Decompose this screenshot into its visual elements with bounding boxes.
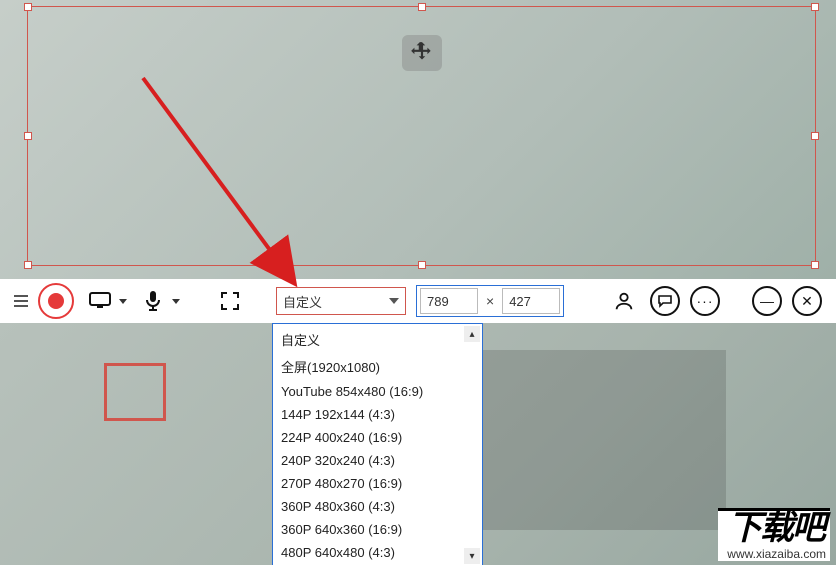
ellipsis-icon: ··· xyxy=(697,293,714,309)
preset-option[interactable]: 全屏(1920x1080) xyxy=(273,353,482,380)
chat-icon xyxy=(657,294,673,308)
scroll-up-button[interactable]: ▴ xyxy=(464,326,480,342)
minimize-icon: — xyxy=(760,293,774,309)
width-input[interactable] xyxy=(420,288,478,314)
preset-option[interactable]: 360P 480x360 (4:3) xyxy=(273,495,482,518)
decor-red-square xyxy=(104,363,166,421)
chevron-down-icon xyxy=(172,299,180,304)
fullscreen-button[interactable] xyxy=(214,287,246,315)
monitor-icon xyxy=(84,287,116,315)
height-input[interactable] xyxy=(502,288,560,314)
record-icon xyxy=(48,293,64,309)
preset-option[interactable]: 360P 640x360 (16:9) xyxy=(273,518,482,541)
chevron-up-icon: ▴ xyxy=(469,329,474,340)
watermark-url: www.xiazaiba.com xyxy=(718,547,830,561)
preset-option[interactable]: 240P 320x240 (4:3) xyxy=(273,449,482,472)
watermark-brand: 下载吧 xyxy=(718,508,830,547)
preset-option[interactable]: 224P 400x240 (16:9) xyxy=(273,426,482,449)
preset-dropdown-list: ▴ 自定义 全屏(1920x1080) YouTube 854x480 (16:… xyxy=(272,323,483,565)
user-icon xyxy=(613,290,635,312)
preset-option[interactable]: 480P 640x480 (4:3) xyxy=(273,541,482,564)
preset-option[interactable]: YouTube 854x480 (16:9) xyxy=(273,380,482,403)
chevron-down-icon: ▾ xyxy=(469,551,474,562)
record-button[interactable] xyxy=(38,283,74,319)
close-button[interactable]: ✕ xyxy=(792,286,822,316)
menu-button[interactable] xyxy=(14,295,28,307)
chevron-down-icon xyxy=(119,299,127,304)
preset-selected-label: 自定义 xyxy=(283,292,389,311)
close-icon: ✕ xyxy=(801,293,813,310)
user-button[interactable] xyxy=(608,287,640,315)
mic-button[interactable] xyxy=(137,287,180,315)
chevron-down-icon xyxy=(389,298,399,304)
move-icon xyxy=(409,40,435,66)
preset-option[interactable]: 270P 480x270 (16:9) xyxy=(273,472,482,495)
preset-option[interactable]: 自定义 xyxy=(273,326,482,353)
chat-button[interactable] xyxy=(650,286,680,316)
expand-icon xyxy=(220,291,240,311)
recorder-toolbar: 自定义 × ··· — ✕ xyxy=(0,279,836,323)
more-button[interactable]: ··· xyxy=(690,286,720,316)
scroll-down-button[interactable]: ▾ xyxy=(464,548,480,564)
microphone-icon xyxy=(137,287,169,315)
preset-dropdown[interactable]: 自定义 xyxy=(276,287,406,315)
dimension-group: × xyxy=(416,285,564,317)
minimize-button[interactable]: — xyxy=(752,286,782,316)
dimension-separator: × xyxy=(482,293,498,309)
watermark: 下载吧 www.xiazaiba.com xyxy=(718,508,830,561)
preset-option[interactable]: 144P 192x144 (4:3) xyxy=(273,403,482,426)
display-source-button[interactable] xyxy=(84,287,127,315)
move-region-handle[interactable] xyxy=(402,35,442,71)
